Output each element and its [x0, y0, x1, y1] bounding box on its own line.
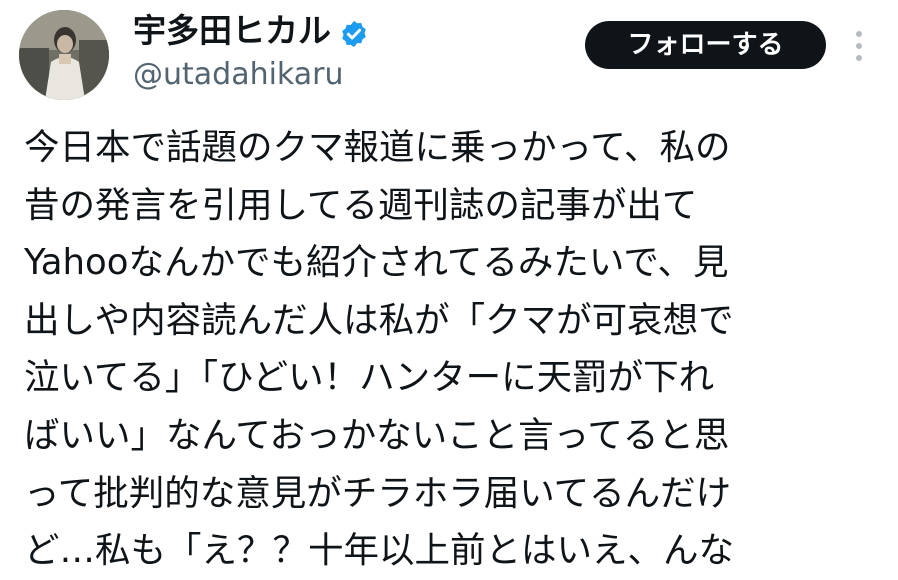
profile-photo	[19, 10, 109, 100]
tweet-text-line: 今日本で話題のクマ報道に乗っかって、私の	[24, 127, 731, 168]
tweet-text-line: ばいい」なんておっかないこと言ってると思	[24, 414, 730, 456]
tweet-text-line: Yahooなんかでも紹介されてるみたいで、見	[24, 242, 729, 284]
display-name-row[interactable]: 宇多田ヒカル	[133, 9, 369, 53]
verified-badge-icon[interactable]	[339, 16, 369, 48]
tweet-text-line: 出しや内容読んだ人は私が「クマが可哀想で	[24, 299, 734, 341]
tweet-text-line: 昔の発言を引用してる週刊誌の記事が出て	[24, 184, 698, 226]
follow-button[interactable]: フォローする	[585, 21, 826, 69]
avatar[interactable]	[19, 10, 109, 100]
user-handle[interactable]: @utadahikaru	[133, 55, 344, 95]
display-name[interactable]: 宇多田ヒカル	[133, 9, 331, 53]
tweet-text-line: ど…私も「え？？十年以上前とはいえ、んな	[24, 530, 735, 572]
tweet-text-line: って批判的な意見がチラホラ届いてるんだけ	[24, 472, 732, 514]
tweet-text-line: 泣いてる」「ひどい！ハンターに天罰が下れ	[24, 357, 715, 399]
tweet-text: 今日本で話題のクマ報道に乗っかって、私の 昔の発言を引用してる週刊誌の記事が出て…	[24, 119, 884, 580]
more-vertical-icon[interactable]	[852, 27, 866, 65]
